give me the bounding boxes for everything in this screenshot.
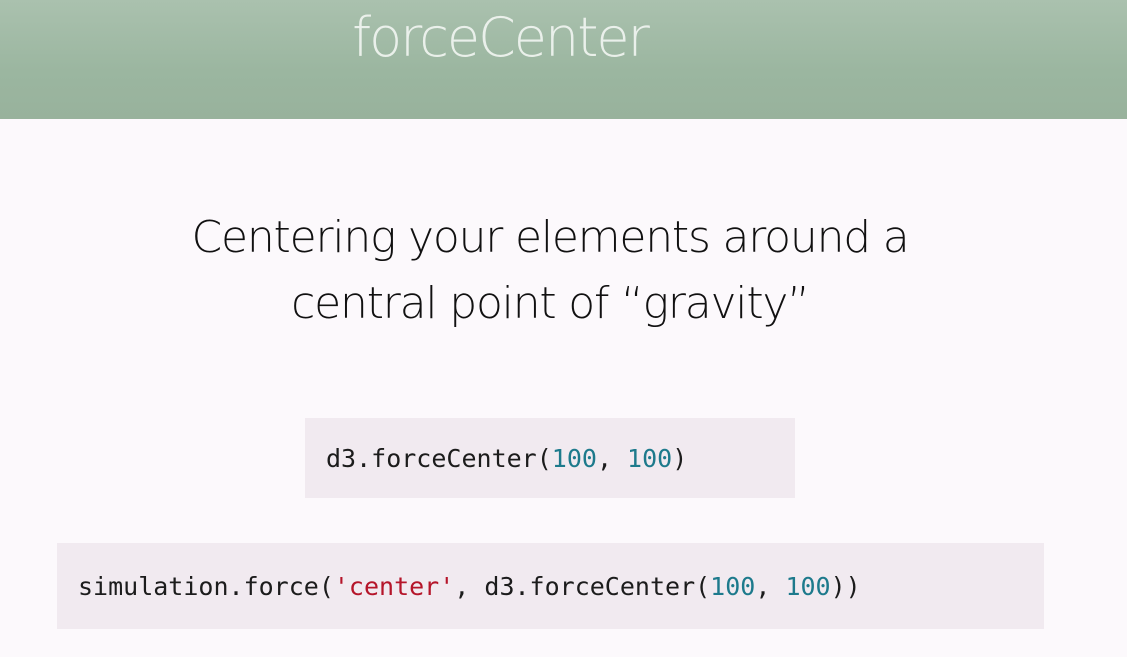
code-text: , d3.forceCenter(: [454, 571, 711, 601]
code-string: 'center': [333, 571, 455, 601]
code-number: 100: [710, 571, 756, 601]
slide-title: forceCenter: [352, 6, 650, 69]
header-banner: forceCenter: [0, 0, 1127, 119]
code-text: d3.forceCenter(: [326, 443, 552, 473]
slide-subtitle: Centering your elements around a central…: [80, 205, 1020, 337]
code-number: 100: [785, 571, 831, 601]
code-snippet-force-center: d3.forceCenter(100, 100): [305, 418, 795, 498]
code-text: ,: [596, 443, 628, 473]
code-text: )): [830, 571, 861, 601]
code-text: ,: [755, 571, 786, 601]
code-text: simulation.force(: [78, 571, 334, 601]
code-number: 100: [551, 443, 597, 473]
code-snippet-simulation-force: simulation.force('center', d3.forceCente…: [57, 543, 1044, 629]
subtitle-line-1: Centering your elements around a: [191, 212, 909, 263]
subtitle-line-2: central point of “gravity”: [291, 278, 810, 329]
slide: forceCenter Centering your elements arou…: [0, 0, 1127, 657]
code-number: 100: [627, 443, 673, 473]
code-text: ): [672, 443, 688, 473]
